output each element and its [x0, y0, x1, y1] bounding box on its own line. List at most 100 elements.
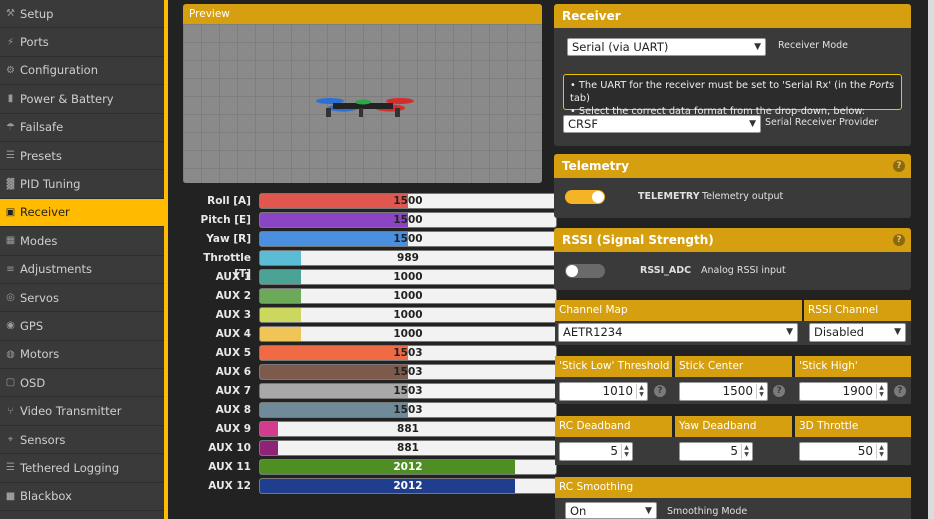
telemetry-toggle[interactable] [565, 190, 605, 204]
channel-label: AUX 5 [215, 347, 251, 359]
help-icon[interactable]: ? [893, 160, 905, 172]
sidebar-item-label: Adjustments [20, 262, 93, 277]
sidebar-item-tethered-logging[interactable]: ☰ Tethered Logging [0, 454, 165, 483]
channel-value: 2012 [393, 480, 423, 492]
channel-label: AUX 4 [215, 328, 251, 340]
channel-row: AUX 4 1000 [183, 325, 563, 344]
chevron-down-icon: ▼ [645, 506, 652, 516]
model-preview-canvas[interactable] [183, 24, 542, 183]
quad-model-icon [316, 98, 414, 117]
channel-map-value: AETR1234 [563, 325, 623, 339]
help-icon[interactable]: ? [893, 234, 905, 246]
sidebar-item-failsafe[interactable]: ☂ Failsafe [0, 114, 165, 142]
main-content: Preview Roll [A] 1500 Pitch [E] 1500 Yaw [R]… [168, 0, 934, 519]
channel-meter: 1503 [259, 345, 557, 361]
help-icon[interactable]: ? [654, 385, 666, 397]
sidebar-item-label: Configuration [20, 63, 98, 78]
sidebar-item-motors[interactable]: ◍ Motors [0, 341, 165, 370]
stick-center-input[interactable]: 1500 ▲ ▼ [679, 382, 768, 401]
sliders-icon: ≡ [6, 263, 15, 275]
pid-chart-icon: ▓ [6, 178, 15, 190]
spinner-arrows-icon[interactable]: ▲ ▼ [876, 384, 886, 399]
stick-center-value: 1500 [722, 384, 753, 398]
help-icon[interactable]: ? [773, 385, 785, 397]
chevron-down-icon: ▼ [894, 327, 901, 337]
throttle3d-deadband-label: 3D Throttle Deadband [795, 416, 911, 453]
receiver-title: Receiver [554, 4, 911, 28]
channel-row: AUX 8 1503 [183, 401, 563, 420]
sidebar-item-pid-tuning[interactable]: ▓ PID Tuning [0, 170, 165, 199]
rssi-toggle[interactable] [565, 264, 605, 278]
sidebar-item-blackbox[interactable]: ■ Blackbox [0, 483, 165, 512]
stick-center-label: Stick Center [675, 356, 792, 377]
toggle-knob [592, 191, 604, 203]
rc-deadband-input[interactable]: 5 ▲ ▼ [559, 442, 633, 461]
spinner-arrows-icon[interactable]: ▲ ▼ [636, 384, 646, 399]
channel-row: AUX 3 1000 [183, 306, 563, 325]
channel-row: AUX 12 2012 [183, 477, 563, 496]
channel-meter: 1000 [259, 288, 557, 304]
blackbox-icon: ■ [5, 490, 16, 502]
spinner-arrows-icon[interactable]: ▲ ▼ [876, 444, 886, 459]
channel-meter: 1503 [259, 402, 557, 418]
rc-smoothing-title: RC Smoothing [555, 477, 911, 498]
sidebar-item-label: OSD [20, 375, 46, 390]
yaw-deadband-label: Yaw Deadband [675, 416, 792, 437]
rssi-title-text: RSSI (Signal Strength) [562, 233, 714, 247]
sidebar-item-label: GPS [20, 318, 44, 333]
spinner-arrows-icon[interactable]: ▲ ▼ [756, 384, 766, 399]
receiver-mode-value: Serial (via UART) [572, 40, 669, 54]
sidebar-item-servos[interactable]: ◎ Servos [0, 284, 165, 313]
sidebar-item-label: Video Transmitter [20, 404, 122, 419]
channel-meter: 1000 [259, 326, 557, 342]
sidebar-item-label: Modes [20, 233, 58, 248]
channel-meter: 1500 [259, 193, 557, 209]
sidebar-item-label: Failsafe [20, 120, 64, 135]
help-icon[interactable]: ? [894, 385, 906, 397]
channel-label: AUX 6 [215, 366, 251, 378]
channel-meter: 989 [259, 250, 557, 266]
sidebar-item-ports[interactable]: ⚡ Ports [0, 28, 165, 57]
serial-provider-value: CRSF [568, 117, 598, 131]
sidebar-item-adjustments[interactable]: ≡ Adjustments [0, 256, 165, 284]
smoothing-mode-select[interactable]: On ▼ [565, 502, 657, 519]
sidebar-item-sensors[interactable]: ⌖ Sensors [0, 426, 165, 455]
sidebar-item-label: Receiver [20, 205, 70, 220]
stick-low-input[interactable]: 1010 ▲ ▼ [559, 382, 648, 401]
channel-map-select[interactable]: AETR1234 ▼ [558, 323, 798, 342]
sidebar-item-presets[interactable]: ☰ Presets [0, 142, 165, 171]
channel-value: 1500 [393, 214, 423, 226]
stick-high-input[interactable]: 1900 ▲ ▼ [799, 382, 888, 401]
sidebar-item-osd[interactable]: ▢ OSD [0, 369, 165, 398]
plug-icon: ⚡ [6, 36, 15, 48]
receiver-panel: Receiver Serial (via UART) ▼ Receiver Mo… [554, 4, 911, 146]
sidebar-item-video-transmitter[interactable]: ⑂ Video Transmitter [0, 397, 165, 426]
channel-label: AUX 1 [215, 271, 251, 283]
serial-provider-select[interactable]: CRSF ▼ [563, 115, 761, 133]
yaw-deadband-input[interactable]: 5 ▲ ▼ [679, 442, 753, 461]
sidebar-item-modes[interactable]: ▦ Modes [0, 227, 165, 256]
channel-value: 1000 [393, 271, 423, 283]
spinner-arrows-icon[interactable]: ▲ ▼ [741, 444, 751, 459]
spinner-arrows-icon[interactable]: ▲ ▼ [621, 444, 631, 459]
scrollbar[interactable] [928, 0, 934, 519]
channel-value: 1500 [393, 195, 423, 207]
yaw-deadband-value: 5 [730, 444, 738, 458]
sidebar-item-gps[interactable]: ◉ GPS [0, 312, 165, 341]
throttle3d-deadband-input[interactable]: 50 ▲ ▼ [799, 442, 888, 461]
rssi-channel-select[interactable]: Disabled ▼ [809, 323, 906, 342]
channel-meter: 2012 [259, 478, 557, 494]
sidebar-item-setup[interactable]: ⚒ Setup [0, 0, 165, 29]
sidebar-item-configuration[interactable]: ⚙ Configuration [0, 57, 165, 86]
channel-value: 881 [397, 423, 419, 435]
sidebar-item-receiver[interactable]: ▣ Receiver [0, 198, 165, 228]
channel-meter: 2012 [259, 459, 557, 475]
receiver-mode-select[interactable]: Serial (via UART) ▼ [567, 38, 766, 56]
receiver-mode-label: Receiver Mode [778, 40, 849, 51]
channel-label: AUX 8 [215, 404, 251, 416]
sidebar-item-power-battery[interactable]: ▮ Power & Battery [0, 85, 165, 114]
antenna-icon: ⑂ [7, 405, 14, 417]
smoothing-mode-value: On [570, 504, 587, 518]
chevron-down-icon: ▼ [754, 42, 761, 52]
channel-row: Yaw [R] 1500 [183, 230, 563, 249]
